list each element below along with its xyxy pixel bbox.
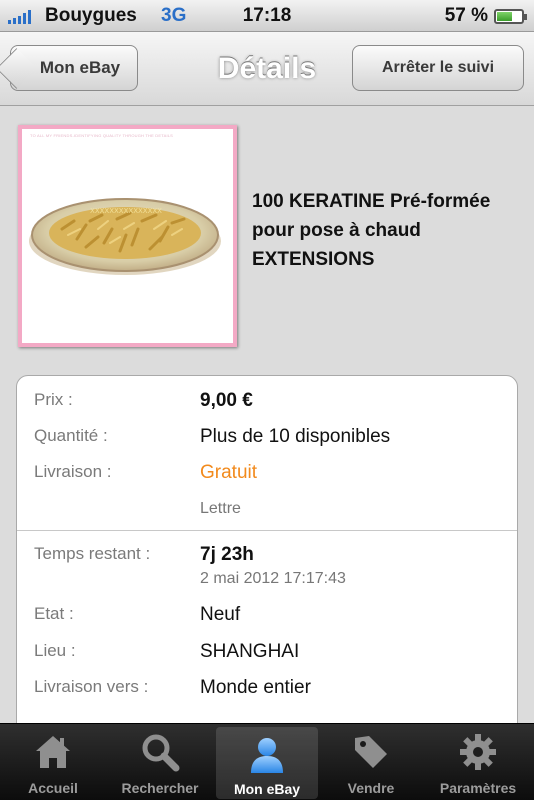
gear-icon <box>460 734 496 770</box>
shipping-method: Lettre <box>200 500 241 517</box>
ships-to-value: Monde entier <box>200 677 311 698</box>
product-title: 100 KERATINE Pré-formée pour pose à chau… <box>252 191 491 270</box>
quantity-label: Quantité : <box>34 426 108 445</box>
tab-rechercher[interactable]: Rechercher <box>108 724 212 800</box>
shipping-cost: Gratuit <box>200 462 258 483</box>
price-row: Prix : 9,00 € <box>17 390 517 420</box>
end-date-row: 2 mai 2012 17:17:43 <box>17 570 517 600</box>
tab-vendre[interactable]: Vendre <box>322 724 420 800</box>
tab-parametres[interactable]: Paramètres <box>424 724 532 800</box>
keratin-dish-image: XXXXXXXXXXXXXXX <box>29 198 221 275</box>
tab-label: Accueil <box>28 780 78 796</box>
price-label: Prix : <box>34 390 73 409</box>
price-value: 9,00 € <box>200 390 253 411</box>
home-icon <box>36 736 70 768</box>
shipping-label: Livraison : <box>34 462 112 481</box>
status-bar: Bouygues 3G 17:18 57 % <box>0 0 534 32</box>
condition-value: Neuf <box>200 604 241 625</box>
tab-label: Paramètres <box>439 780 517 796</box>
tab-label: Mon eBay <box>233 781 301 797</box>
quantity-value: Plus de 10 disponibles <box>200 426 391 447</box>
tab-label: Rechercher <box>121 780 199 796</box>
search-icon <box>142 734 180 772</box>
condition-row: Etat : Neuf <box>17 604 517 634</box>
divider <box>17 530 517 531</box>
tab-bar: Accueil Rechercher Mon eBay Vendre Param… <box>0 723 534 800</box>
ships-to-row: Livraison vers : Monde entier <box>17 677 517 707</box>
item-details-content[interactable]: XXXXXXXXXXXXXXX TO ALL MY FRIENDS-IDENTI… <box>0 107 534 723</box>
location-row: Lieu : SHANGHAI <box>17 641 517 671</box>
tab-mon-ebay[interactable]: Mon eBay <box>216 727 318 799</box>
battery-percent: 57 % <box>444 5 488 26</box>
stop-following-label: Arrêter le suivi <box>381 59 495 76</box>
tab-label: Vendre <box>347 780 395 796</box>
shipping-method-row: Lettre <box>17 500 517 530</box>
end-date: 2 mai 2012 17:17:43 <box>200 570 346 587</box>
stop-following-button[interactable]: Arrêter le suivi <box>352 45 524 91</box>
location-label: Lieu : <box>34 641 76 660</box>
details-card: Prix : 9,00 € Quantité : Plus de 10 disp… <box>16 375 518 723</box>
quantity-row: Quantité : Plus de 10 disponibles <box>17 426 517 456</box>
product-image[interactable]: XXXXXXXXXXXXXXX TO ALL MY FRIENDS-IDENTI… <box>18 125 237 347</box>
tag-icon <box>355 736 387 768</box>
shipping-row: Livraison : Gratuit <box>17 462 517 492</box>
svg-text:XXXXXXXXXXXXXXX: XXXXXXXXXXXXXXX <box>90 207 162 215</box>
navigation-bar: Mon eBay Détails Arrêter le suivi <box>0 32 534 106</box>
battery-icon <box>494 9 527 24</box>
condition-label: Etat : <box>34 604 74 623</box>
time-left-label: Temps restant : <box>34 544 151 563</box>
ships-to-label: Livraison vers : <box>34 677 149 696</box>
image-caption: TO ALL MY FRIENDS-IDENTIFYING QUALITY TH… <box>30 133 174 138</box>
time-left-value: 7j 23h <box>200 544 254 565</box>
person-icon <box>251 738 283 773</box>
location-value: SHANGHAI <box>200 641 300 662</box>
tab-accueil[interactable]: Accueil <box>4 724 102 800</box>
